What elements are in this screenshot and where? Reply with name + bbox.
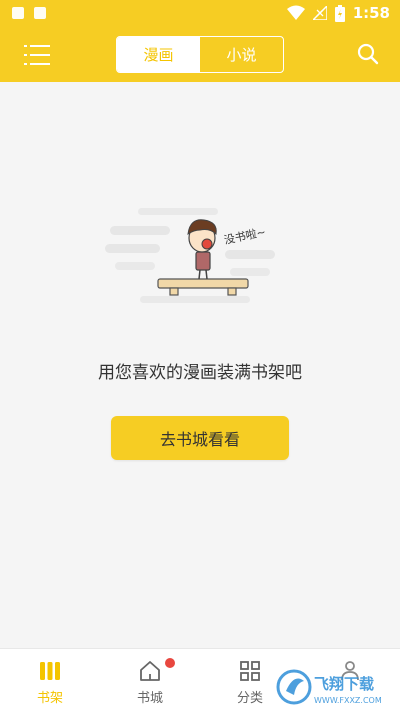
nav-label-category: 分类	[236, 691, 263, 706]
grid-icon	[240, 661, 260, 681]
profile-icon	[341, 661, 359, 681]
status-right: 1:58	[286, 4, 390, 22]
search-icon[interactable]	[356, 42, 380, 66]
tab-novel[interactable]: 小说	[200, 37, 283, 72]
content-type-tabs: 漫画 小说	[116, 36, 284, 73]
empty-state-message: 用您喜欢的漫画装满书架吧	[98, 363, 302, 383]
signal-icon	[312, 6, 327, 20]
nav-item-bookstore[interactable]: 书城	[100, 649, 200, 711]
empty-shelf-illustration: 没书啦~	[105, 208, 275, 303]
bottom-navigation: 书架 书城 分类	[0, 648, 400, 711]
home-icon	[140, 661, 160, 681]
menu-icon[interactable]	[24, 44, 50, 66]
clock: 1:58	[352, 4, 390, 22]
nav-label-bookstore: 书城	[136, 691, 163, 706]
speech-text: 没书啦~	[223, 224, 267, 246]
bookshelf-icon	[40, 662, 60, 680]
notification-icon	[34, 7, 46, 19]
notification-icons	[12, 7, 46, 19]
top-header: 漫画 小说	[0, 28, 400, 82]
nav-item-profile[interactable]	[300, 649, 400, 711]
nav-label-bookshelf: 书架	[36, 691, 63, 706]
battery-icon	[334, 4, 345, 22]
tab-manga[interactable]: 漫画	[117, 37, 200, 72]
nav-item-category[interactable]: 分类	[200, 649, 300, 711]
notification-icon	[12, 7, 24, 19]
notification-badge	[165, 658, 175, 668]
wifi-icon	[286, 5, 305, 20]
go-to-store-button[interactable]: 去书城看看	[111, 416, 289, 460]
nav-item-bookshelf[interactable]: 书架	[0, 649, 100, 711]
status-bar: 1:58	[0, 0, 400, 28]
